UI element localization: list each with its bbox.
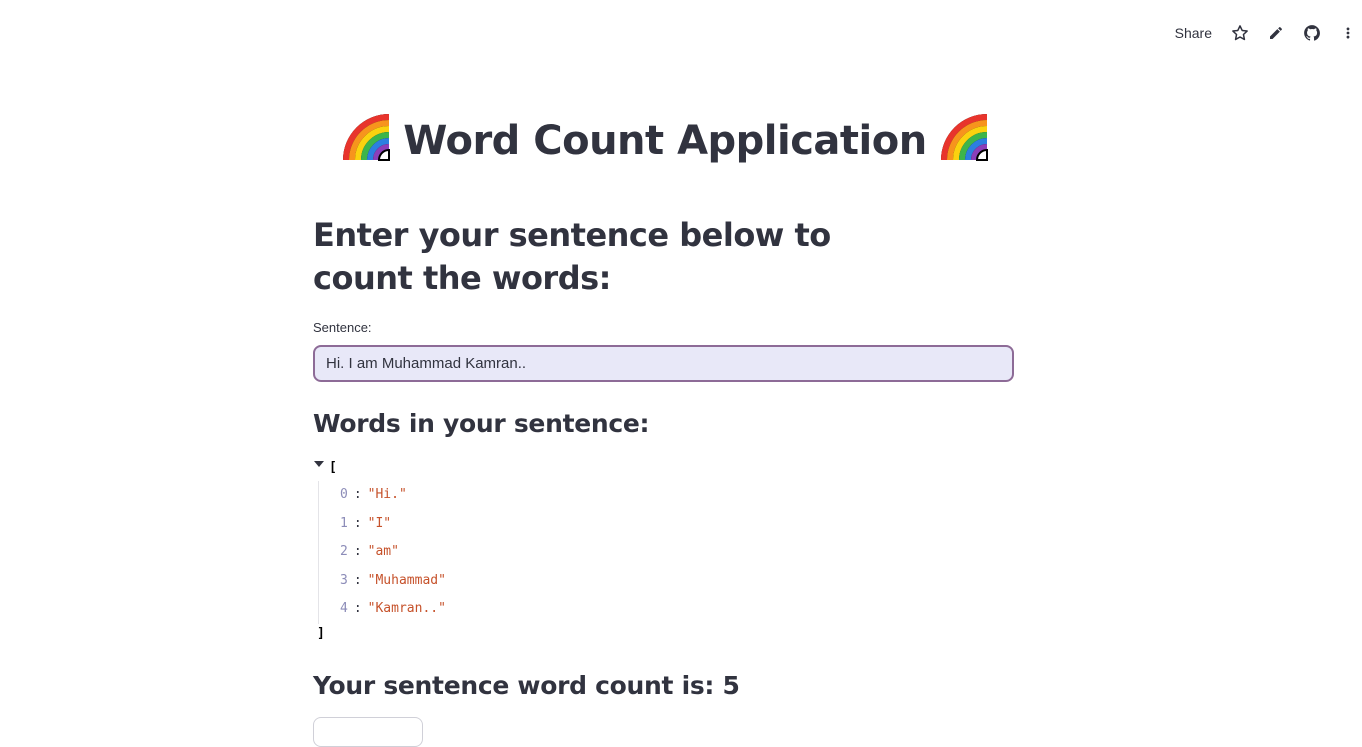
close-bracket: ] (317, 626, 325, 641)
words-heading: Words in your sentence: (313, 409, 650, 438)
json-row: 2: "am" (340, 538, 446, 567)
pencil-icon[interactable] (1266, 23, 1286, 43)
json-colon: : (353, 601, 362, 616)
json-row: 3: "Muhammad" (340, 567, 446, 596)
json-index: 3 (340, 572, 348, 588)
json-colon: : (353, 487, 362, 502)
json-value: "am" (367, 544, 399, 559)
json-colon: : (353, 544, 362, 559)
json-index: 1 (340, 515, 348, 531)
json-row: 0: "Hi." (340, 481, 446, 510)
json-colon: : (353, 515, 362, 531)
json-row: 4: "Kamran.." (340, 595, 446, 624)
page-title-text: Word Count Application (403, 118, 927, 164)
more-vertical-icon[interactable] (1338, 23, 1358, 43)
json-colon: : (353, 572, 362, 588)
app-toolbar: Share (1175, 18, 1362, 48)
json-index: 2 (340, 544, 348, 559)
collapse-toggle-icon[interactable] (314, 461, 324, 467)
star-icon[interactable] (1230, 23, 1250, 43)
page-title: Word Count Application (313, 112, 1017, 176)
json-row: 1: "I" (340, 510, 446, 539)
word-count-heading: Your sentence word count is: 5 (313, 671, 740, 700)
action-button[interactable] (313, 717, 423, 747)
json-value: "I" (367, 515, 392, 531)
json-rows: 0: "Hi." 1: "I" 2: "am" 3: "Muhammad" 4: "Kam… (318, 481, 446, 624)
open-bracket: [ (329, 460, 337, 475)
sentence-input[interactable] (313, 345, 1014, 382)
instruction-subheader: Enter your sentence below to count the w… (313, 216, 831, 297)
sentence-label: Sentence: (313, 320, 372, 335)
github-icon[interactable] (1302, 23, 1322, 43)
rainbow-icon (341, 112, 391, 176)
json-value: "Kamran.." (367, 601, 446, 616)
json-value: "Hi." (367, 487, 407, 502)
json-index: 0 (340, 487, 348, 502)
json-value: "Muhammad" (367, 572, 446, 588)
json-index: 4 (340, 601, 348, 616)
share-button[interactable]: Share (1175, 25, 1212, 41)
rainbow-icon (939, 112, 989, 176)
